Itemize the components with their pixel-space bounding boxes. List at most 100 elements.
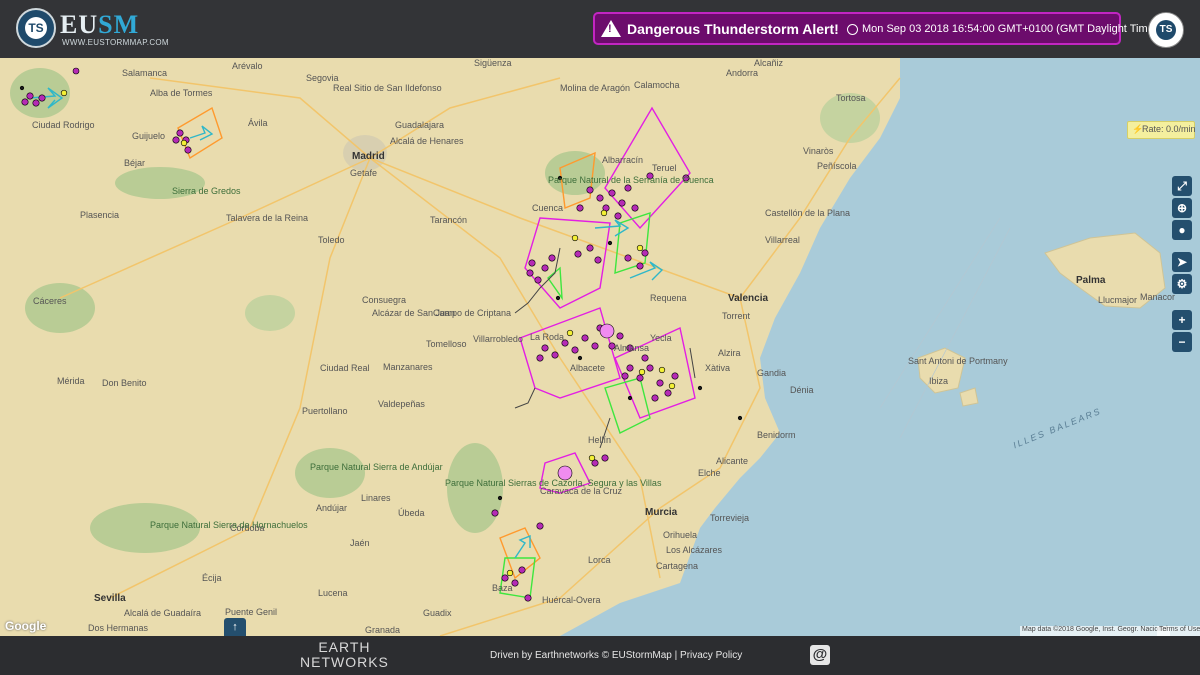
strike[interactable] [551, 351, 559, 359]
strike-dot[interactable] [19, 85, 25, 91]
strike[interactable] [501, 574, 509, 582]
strike-recent[interactable] [658, 366, 666, 374]
strike[interactable] [608, 189, 616, 197]
strike[interactable] [574, 250, 582, 258]
brand-name[interactable]: EUSM [60, 10, 139, 40]
strike-dot[interactable] [607, 240, 613, 246]
strike-dot[interactable] [737, 415, 743, 421]
expand-panel-button[interactable]: ↑ [224, 618, 246, 636]
top-bar: TS EUSM WWW.EUSTORMMAP.COM ! Dangerous T… [0, 0, 1200, 59]
strike[interactable] [631, 204, 639, 212]
place-label: Requena [650, 293, 687, 303]
strike[interactable] [172, 136, 180, 144]
place-label: Mérida [57, 376, 85, 386]
strike-dot[interactable] [555, 295, 561, 301]
strike-recent[interactable] [566, 329, 574, 337]
strike-recent[interactable] [668, 382, 676, 390]
strike[interactable] [511, 579, 519, 587]
fullscreen-button[interactable]: ⤢ [1172, 176, 1192, 196]
locate-button[interactable]: ⊕ [1172, 198, 1192, 218]
google-logo[interactable]: Google [5, 619, 46, 633]
strike[interactable] [518, 566, 526, 574]
strike[interactable] [594, 256, 602, 264]
brand-sm: SM [98, 10, 140, 39]
strike[interactable] [581, 334, 589, 342]
strike[interactable] [576, 204, 584, 212]
settings-button[interactable]: ⚙ [1172, 274, 1192, 294]
storm-chaser-badge-icon[interactable]: TS [1148, 12, 1184, 48]
strike-recent[interactable] [638, 368, 646, 376]
park-andujar [295, 448, 365, 498]
strike[interactable] [646, 364, 654, 372]
strike-recent[interactable] [180, 139, 188, 147]
strike-recent[interactable] [600, 209, 608, 217]
eusm-logo-icon[interactable]: TS [16, 8, 56, 48]
strike[interactable] [641, 249, 649, 257]
send-button[interactable]: ➤ [1172, 252, 1192, 272]
storm-cell-albacete-north[interactable] [519, 307, 621, 399]
strike[interactable] [38, 94, 46, 102]
map-canvas[interactable] [0, 58, 1200, 636]
strike[interactable] [651, 394, 659, 402]
strike[interactable] [636, 374, 644, 382]
strike[interactable] [491, 509, 499, 517]
strike[interactable] [541, 344, 549, 352]
contact-icon[interactable]: @ [810, 645, 830, 665]
logo-monogram: TS [25, 17, 47, 39]
strike[interactable] [671, 372, 679, 380]
strike-recent[interactable] [571, 234, 579, 242]
place-label: Teruel [652, 163, 677, 173]
strike[interactable] [621, 372, 629, 380]
strike-dot[interactable] [697, 385, 703, 391]
zoom-out-button[interactable]: − [1172, 332, 1192, 352]
strike-recent[interactable] [588, 454, 596, 462]
strike[interactable] [526, 269, 534, 277]
pin-button[interactable]: ● [1172, 220, 1192, 240]
strike[interactable] [26, 92, 34, 100]
strike[interactable] [624, 184, 632, 192]
strike-dot[interactable] [497, 495, 503, 501]
strike[interactable] [624, 254, 632, 262]
strike[interactable] [571, 346, 579, 354]
strike[interactable] [618, 199, 626, 207]
strike-dot[interactable] [577, 355, 583, 361]
strike[interactable] [536, 522, 544, 530]
storm-map[interactable]: Salamanca Arévalo Segovia Sigüenza Molin… [0, 58, 1200, 636]
strike-dot[interactable] [627, 395, 633, 401]
strike[interactable] [641, 354, 649, 362]
strike[interactable] [656, 379, 664, 387]
terms-link[interactable]: Terms of Use [1157, 626, 1200, 636]
footer-credit[interactable]: Driven by Earthnetworks © EUStormMap | P… [490, 650, 742, 661]
strike[interactable] [541, 264, 549, 272]
strike[interactable] [548, 254, 556, 262]
strike[interactable] [528, 259, 536, 267]
strike-recent[interactable] [506, 569, 514, 577]
strike[interactable] [536, 354, 544, 362]
strike[interactable] [586, 186, 594, 194]
large-strike[interactable] [599, 323, 615, 339]
strike[interactable] [184, 146, 192, 154]
strike-recent[interactable] [60, 89, 68, 97]
strike-recent[interactable] [636, 244, 644, 252]
strike[interactable] [636, 262, 644, 270]
strike[interactable] [72, 67, 80, 75]
strike[interactable] [586, 244, 594, 252]
strike[interactable] [626, 364, 634, 372]
earth-networks-logo[interactable]: EARTH NETWORKS [300, 640, 389, 670]
strike[interactable] [21, 98, 29, 106]
strike[interactable] [664, 389, 672, 397]
thunderstorm-alert-banner[interactable]: ! Dangerous Thunderstorm Alert! Mon Sep … [593, 12, 1157, 45]
zoom-in-button[interactable]: + [1172, 310, 1192, 330]
strike[interactable] [524, 594, 532, 602]
strike[interactable] [176, 129, 184, 137]
place-label: Ciudad Rodrigo [32, 120, 95, 130]
strike[interactable] [616, 332, 624, 340]
strike[interactable] [614, 212, 622, 220]
storm-cell-teruel[interactable] [604, 106, 691, 230]
strike[interactable] [32, 99, 40, 107]
strike[interactable] [591, 342, 599, 350]
place-label: Sevilla [94, 593, 126, 604]
strike[interactable] [601, 454, 609, 462]
strike[interactable] [534, 276, 542, 284]
strike[interactable] [596, 194, 604, 202]
